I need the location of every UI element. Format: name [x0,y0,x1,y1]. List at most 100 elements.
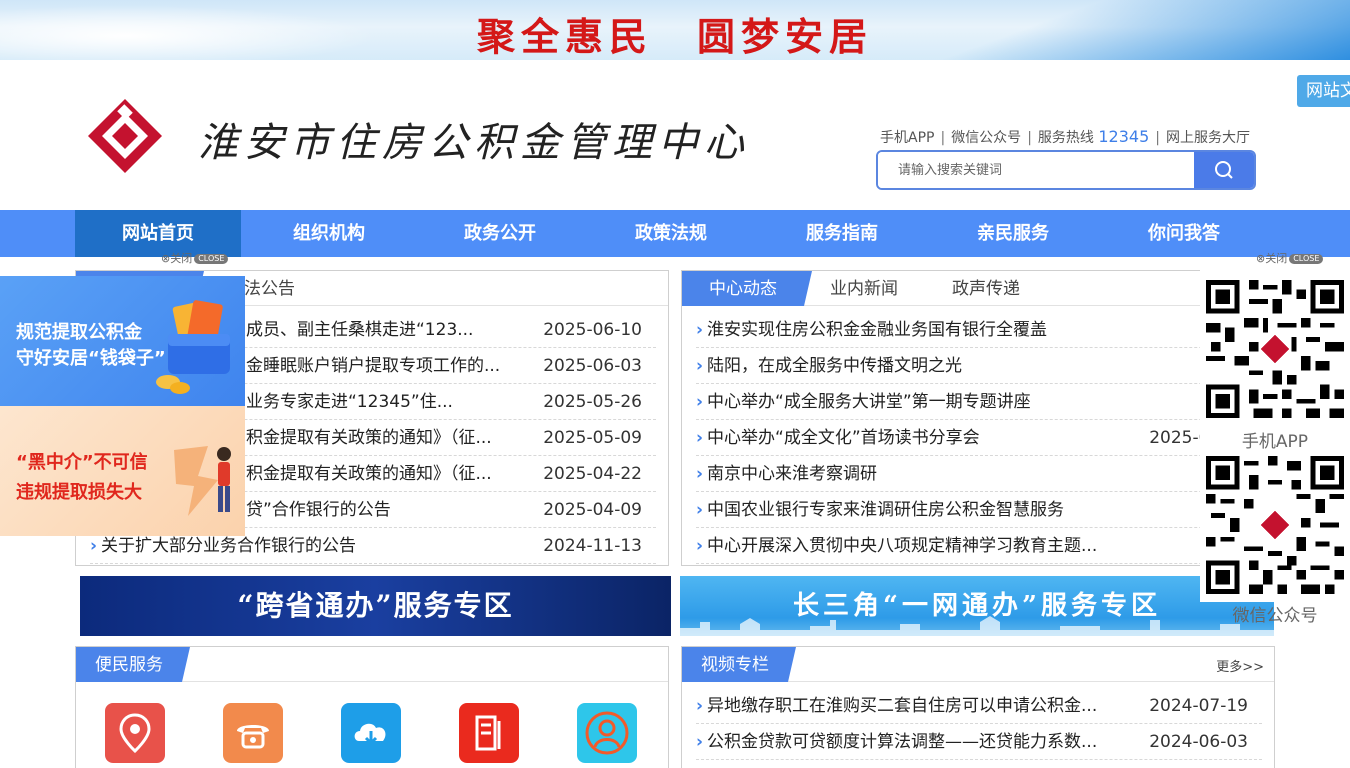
location-icon[interactable] [105,703,165,763]
list-item[interactable]: ›淮安实现住房公积金金融业务国有银行全覆盖 2025 [696,312,1262,348]
news-title[interactable]: 南京中心来淮考察调研 [707,456,1127,492]
center-news-tabs: 中心动态 业内新闻 政声传递 [682,271,1274,306]
news-title[interactable]: 中心开展深入贯彻中央八项规定精神学习教育主题... [707,528,1127,564]
list-item[interactable]: ›南京中心来淮考察调研 2025 [696,456,1262,492]
ad-line1: 规范提取公积金 [16,322,142,343]
news-date: 2025-06-03 [543,356,642,376]
chevron-right-icon: › [696,320,704,340]
tab-center-news[interactable]: 中心动态 [682,271,812,306]
search-input[interactable] [878,152,1196,188]
close-label: 关闭 [170,252,193,265]
list-item[interactable]: ›中国农业银行专家来淮调研住房公积金智慧服务 2025 [696,492,1262,528]
online-hall-link[interactable]: 网上服务大厅 [1166,127,1250,147]
tab-video-column[interactable]: 视频专栏 [682,647,796,682]
hotline-label: 服务热线 [1037,130,1094,146]
news-title[interactable]: 陆阳，在成全服务中传播文明之光 [707,348,1127,384]
nav-organization[interactable]: 组织机构 [246,210,412,257]
document-icon[interactable] [459,703,519,763]
close-right-float-button[interactable]: ⊗关闭 CLOSE [1256,250,1324,266]
app-qr-label: 手机APP [1241,432,1309,452]
wallet-icon [156,300,230,394]
app-qr-code-icon[interactable] [1206,280,1344,418]
close-icon: ⊗ [161,252,171,265]
nav-qa[interactable]: 你问我答 [1101,210,1267,257]
news-date: 2025-04-09 [543,500,642,520]
chevron-right-icon: › [90,536,98,556]
hotline-number: 12345 [1098,127,1150,146]
chevron-right-icon: › [696,392,704,412]
news-title[interactable]: 淮安实现住房公积金金融业务国有银行全覆盖 [707,312,1127,348]
news-date: 2025-06-10 [543,320,642,340]
tab-policy-voice[interactable]: 政声传递 [952,271,1020,306]
news-title[interactable]: 中心举办“成全服务大讲堂”第一期专题讲座 [707,384,1127,420]
float-ad-withdrawal[interactable]: 规范提取公积金 守好安居“钱袋子” [0,276,245,406]
yangtze-delta-zone-banner[interactable]: 长三角“一网通办”服务专区 [680,576,1274,636]
chevron-right-icon: › [696,732,704,752]
qr-code-float: 手机APP 微信公众号 [1200,270,1350,626]
top-banner: 聚全惠民 圆梦安居 [0,0,1350,60]
close-left-float-button[interactable]: ⊗关闭 CLOSE [161,250,229,266]
nav-policies[interactable]: 政策法规 [588,210,754,257]
tab-notice[interactable]: 法公告 [244,271,295,306]
video-tabs: 视频专栏 更多>> [682,647,1274,682]
news-date: 2025-05-09 [543,428,642,448]
user-icon[interactable] [577,703,637,763]
site-name: 淮安市住房公积金管理中心 [198,120,750,166]
news-title[interactable]: 中心举办“成全文化”首场读书分享会 [707,420,1127,456]
ad-line2: 违规提取损失大 [16,482,142,503]
list-item[interactable]: ›陆阳，在成全服务中传播文明之光 2025 [696,348,1262,384]
center-news-panel: 中心动态 业内新闻 政声传递 ›淮安实现住房公积金金融业务国有银行全覆盖 202… [681,270,1275,566]
phone-icon[interactable] [223,703,283,763]
float-ad-intermediary[interactable]: “黑中介”不可信 违规提取损失大 [0,406,245,536]
tab-industry-news[interactable]: 业内新闻 [830,271,898,306]
nav-government-affairs[interactable]: 政务公开 [417,210,583,257]
news-date: 2025-04-22 [543,464,642,484]
close-badge: CLOSE [194,254,229,264]
ad-line2: 守好安居“钱袋子” [16,348,166,369]
download-icon[interactable] [341,703,401,763]
close-label: 关闭 [1265,252,1288,265]
close-icon: ⊗ [1256,252,1266,265]
nav-service-guide[interactable]: 服务指南 [759,210,925,257]
video-date: 2024-06-03 [1149,732,1248,752]
chevron-right-icon: › [696,500,704,520]
divider: | [940,130,946,146]
side-tab[interactable]: 网站文 [1297,75,1350,107]
list-item[interactable]: › 异地缴存职工在淮购买二套自住房可以申请公积金... 2024-07-19 [696,688,1262,724]
banner-slogan: 聚全惠民 圆梦安居 [476,14,873,59]
nav-people-service[interactable]: 亲民服务 [930,210,1096,257]
cross-province-zone-banner[interactable]: “跨省通办”服务专区 [80,576,671,636]
city-skyline-graphic [680,616,1274,636]
convenience-tabs: 便民服务 [76,647,668,682]
search-icon [1215,161,1233,179]
chevron-right-icon: › [696,536,704,556]
list-item[interactable]: ›中心举办“成全服务大讲堂”第一期专题讲座 2025 [696,384,1262,420]
person-illustration [174,446,231,516]
chevron-right-icon: › [696,356,704,376]
video-panel: 视频专栏 更多>> › 异地缴存职工在淮购买二套自住房可以申请公积金... 202… [681,646,1275,768]
more-link[interactable]: 更多>> [1216,656,1264,675]
divider: | [1155,130,1160,146]
list-item[interactable]: ›中心开展深入贯彻中央八项规定精神学习教育主题... 2025 [696,528,1262,564]
list-item[interactable]: › 公积金贷款可贷额度计算法调整——还贷能力系数... 2024-06-03 [696,724,1262,760]
video-title[interactable]: 公积金贷款可贷额度计算法调整——还贷能力系数... [707,724,1127,760]
video-date: 2024-07-19 [1149,696,1248,716]
wechat-link[interactable]: 微信公众号 [951,127,1021,147]
mobile-app-link[interactable]: 手机APP [880,127,934,147]
wechat-qr-code-icon[interactable] [1206,456,1344,594]
close-badge: CLOSE [1289,254,1324,264]
search-button[interactable] [1194,152,1254,188]
chevron-right-icon: › [696,696,704,716]
video-title[interactable]: 异地缴存职工在淮购买二套自住房可以申请公积金... [707,688,1127,724]
list-item[interactable]: › 中心举办“成全文化”首场读书分享会 2025-05-23 [696,420,1262,456]
header-links: 手机APP | 微信公众号 | 服务热线 12345 | 网上服务大厅 [880,127,1250,147]
news-title[interactable]: 中国农业银行专家来淮调研住房公积金智慧服务 [707,492,1127,528]
chevron-right-icon: › [696,428,704,448]
ad-line1: “黑中介”不可信 [16,452,148,473]
news-date: 2024-11-13 [543,536,642,556]
tab-convenience-service[interactable]: 便民服务 [76,647,190,682]
news-date: 2025-05-26 [543,392,642,412]
wechat-qr-label: 微信公众号 [1232,606,1318,626]
logo-icon[interactable] [86,97,164,175]
divider: | [1027,130,1032,146]
